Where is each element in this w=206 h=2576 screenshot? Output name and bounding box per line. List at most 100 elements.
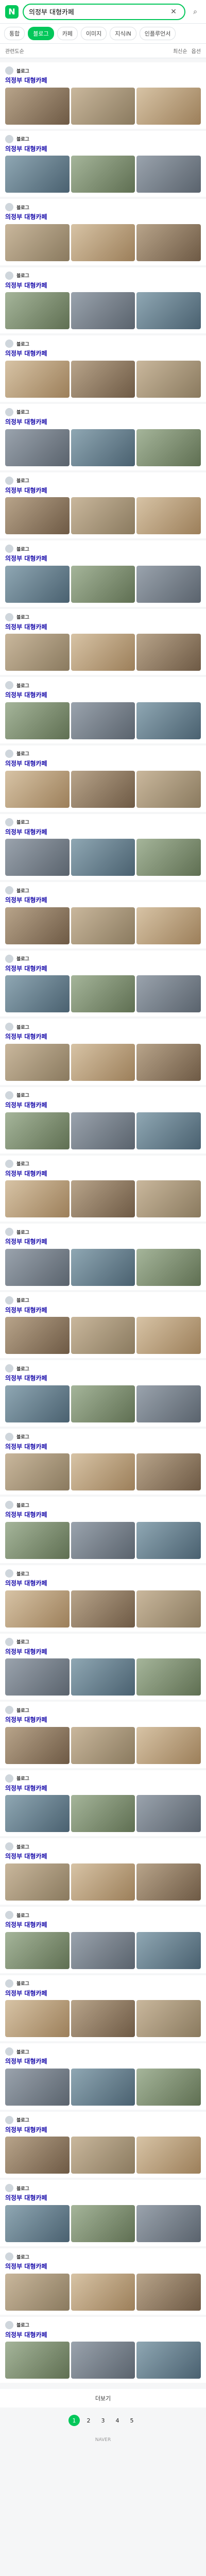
search-icon[interactable]: ⌕ [190,6,201,18]
list-item[interactable]: 블로그 의정부 대형카페 [0,199,206,265]
thumbnail-image[interactable] [5,1317,70,1354]
avatar[interactable] [5,2184,13,2193]
post-title[interactable]: 의정부 대형카페 [5,1101,201,1110]
thumbnail-image[interactable] [5,1453,70,1491]
list-item[interactable]: 블로그 의정부 대형카페 [0,1019,206,1085]
blog-name[interactable]: 블로그 [16,2116,29,2123]
post-title[interactable]: 의정부 대형카페 [5,2331,201,2340]
post-title[interactable]: 의정부 대형카페 [5,1648,201,1656]
post-title[interactable]: 의정부 대형카페 [5,1921,201,1929]
page-number[interactable]: 1 [68,2415,80,2427]
list-item[interactable]: 블로그 의정부 대형카페 [0,608,206,675]
avatar[interactable] [5,1774,13,1783]
thumbnail-image[interactable] [5,770,70,808]
avatar[interactable] [5,203,13,212]
avatar[interactable] [5,2320,13,2329]
thumbnail-image[interactable] [5,2068,70,2106]
blog-name[interactable]: 블로그 [16,1024,29,1030]
thumbnail-image[interactable] [136,1590,201,1628]
blog-name[interactable]: 블로그 [16,682,29,689]
blog-name[interactable]: 블로그 [16,409,29,415]
thumbnail-image[interactable] [136,770,201,808]
thumbnail-image[interactable] [5,224,70,261]
list-item[interactable]: 블로그 의정부 대형카페 [0,335,206,402]
avatar[interactable] [5,1091,13,1099]
thumbnail-image[interactable] [5,87,70,125]
list-item[interactable]: 블로그 의정부 대형카페 [0,1907,206,1973]
thumbnail-image[interactable] [5,2137,70,2174]
list-item[interactable]: 블로그 의정부 대형카페 [0,1770,206,1837]
post-title[interactable]: 의정부 대형카페 [5,828,201,837]
list-item[interactable]: 블로그 의정부 대형카페 [0,2043,206,2110]
thumbnail-image[interactable] [136,1658,201,1696]
thumbnail-image[interactable] [5,1795,70,1833]
list-item[interactable]: 블로그 의정부 대형카페 [0,950,206,1017]
thumbnail-image[interactable] [136,1180,201,1218]
thumbnail-image[interactable] [136,224,201,261]
thumbnail-image[interactable] [71,1180,135,1218]
avatar[interactable] [5,1296,13,1304]
list-item[interactable]: 블로그의정부 대형카페 [0,1633,206,1700]
blog-name[interactable]: 블로그 [16,1980,29,1987]
blog-name[interactable]: 블로그 [16,1092,29,1098]
blog-name[interactable]: 블로그 [16,67,29,74]
post-title[interactable]: 의정부 대형카페 [5,1375,201,1383]
avatar[interactable] [5,886,13,895]
options-button[interactable]: 옵션 [192,47,201,55]
page-number[interactable]: 2 [83,2415,94,2426]
page-number[interactable]: 4 [112,2415,123,2426]
post-title[interactable]: 의정부 대형카페 [5,896,201,905]
thumbnail-image[interactable] [71,770,135,808]
post-title[interactable]: 의정부 대형카페 [5,1716,201,1724]
thumbnail-image[interactable] [71,224,135,261]
list-item[interactable]: 블로그 의정부 대형카페 [0,1360,206,1427]
thumbnail-image[interactable] [136,1112,201,1149]
thumbnail-image[interactable] [5,2273,70,2311]
thumbnail-image[interactable] [136,292,201,330]
blog-name[interactable]: 블로그 [16,1570,29,1577]
thumbnail-image[interactable] [5,565,70,603]
thumbnail-image[interactable] [71,1726,135,1764]
blog-name[interactable]: 블로그 [16,1638,29,1645]
thumbnail-image[interactable] [136,1317,201,1354]
post-title[interactable]: 의정부 대형카페 [5,1443,201,1451]
post-title[interactable]: 의정부 대형카페 [5,2058,201,2066]
list-item[interactable]: 블로그 의정부 대형카페 [0,745,206,812]
blog-name[interactable]: 블로그 [16,819,29,825]
blog-name[interactable]: 블로그 [16,2185,29,2192]
thumbnail-image[interactable] [71,565,135,603]
list-item[interactable]: 블로그의정부 대형카페 [0,814,206,880]
blog-name[interactable]: 블로그 [16,546,29,552]
post-title[interactable]: 의정부 대형카페 [5,1511,201,1519]
thumbnail-image[interactable] [71,497,135,535]
thumbnail-image[interactable] [71,975,135,1013]
post-title[interactable]: 의정부 대형카페 [5,1785,201,1793]
thumbnail-image[interactable] [136,2137,201,2174]
thumbnail-image[interactable] [5,1248,70,1286]
thumbnail-image[interactable] [136,1043,201,1081]
blog-name[interactable]: 블로그 [16,1843,29,1850]
more-button[interactable]: 더보기 [0,2389,206,2408]
thumbnail-image[interactable] [136,1863,201,1901]
list-item[interactable]: 블로그 의정부 대형카페 [0,267,206,334]
thumbnail-image[interactable] [71,839,135,876]
thumbnail-image[interactable] [71,2137,135,2174]
avatar[interactable] [5,2047,13,2056]
list-item[interactable]: 블로그 의정부 대형카페 [0,130,206,197]
avatar[interactable] [5,1637,13,1646]
tab-kin[interactable]: 지식iN [110,27,136,40]
close-icon[interactable]: ✕ [168,6,179,18]
avatar[interactable] [5,1228,13,1236]
thumbnail-image[interactable] [5,292,70,330]
thumbnail-image[interactable] [5,1863,70,1901]
thumbnail-image[interactable] [71,1658,135,1696]
post-title[interactable]: 의정부 대형카페 [5,1580,201,1588]
list-item[interactable]: 블로그 의정부 대형카페 [0,62,206,129]
post-title[interactable]: 의정부 대형카페 [5,145,201,154]
post-title[interactable]: 의정부 대형카페 [5,623,201,632]
thumbnail-image[interactable] [136,429,201,466]
thumbnail-image[interactable] [5,634,70,671]
thumbnail-image[interactable] [5,1658,70,1696]
list-item[interactable]: 블로그 의정부 대형카페 [0,540,206,607]
thumbnail-image[interactable] [136,2205,201,2242]
